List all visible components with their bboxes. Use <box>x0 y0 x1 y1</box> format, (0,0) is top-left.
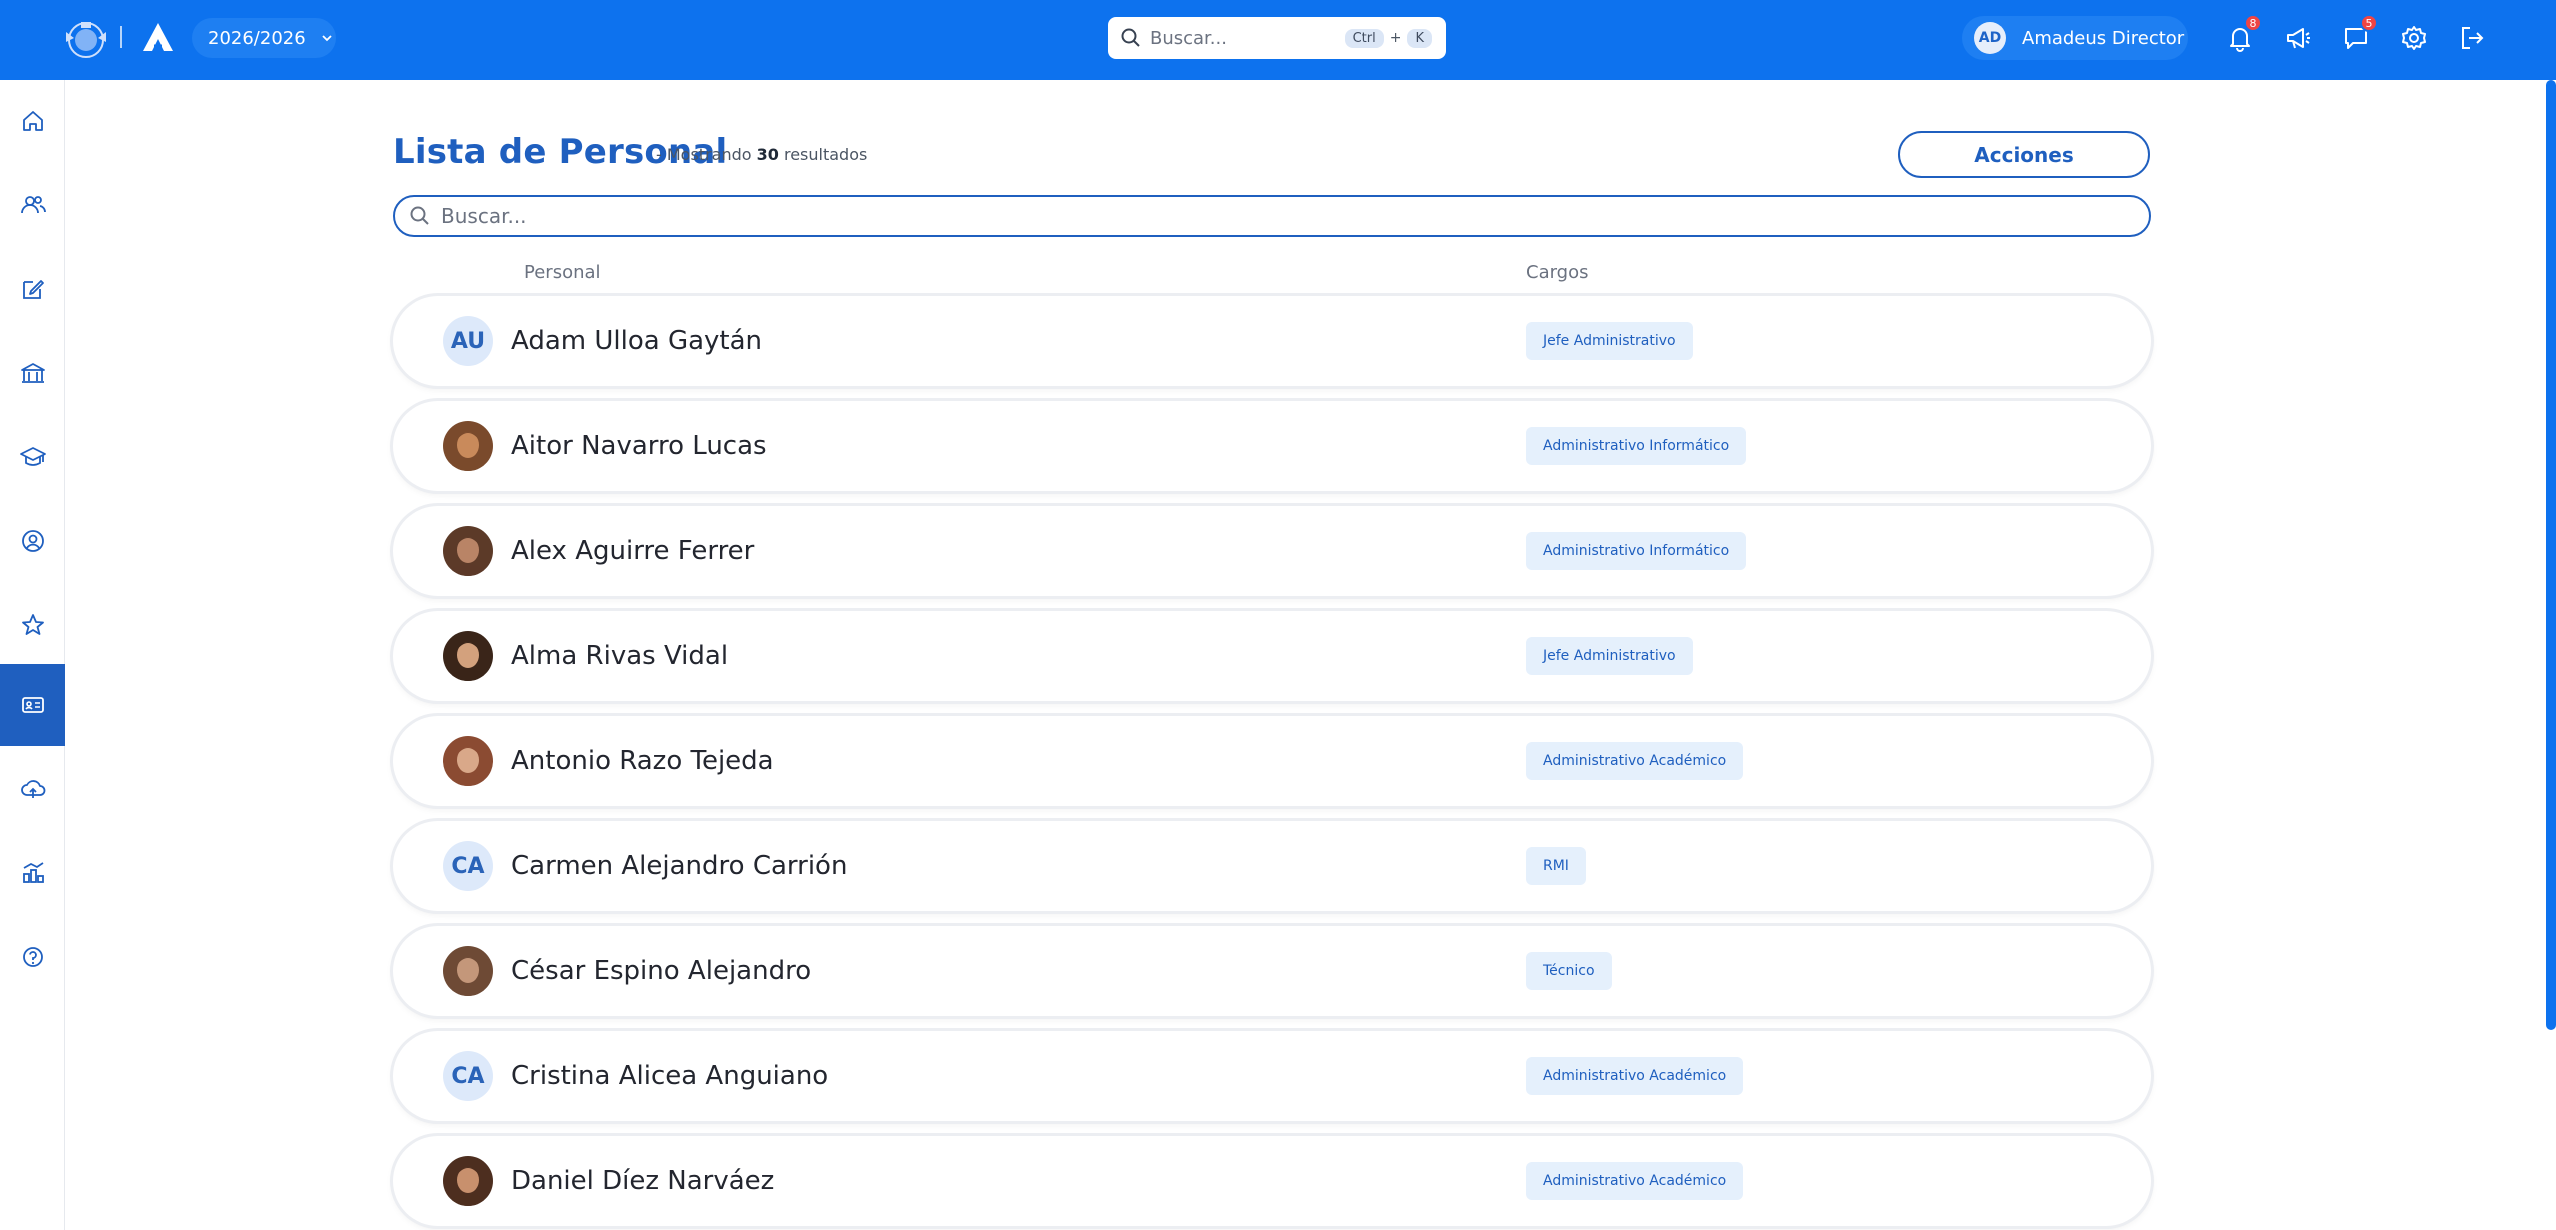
table-row[interactable]: Alma Rivas Vidal Jefe Administrativo <box>393 611 2151 701</box>
cargo-badge: RMI <box>1526 847 1586 885</box>
help-icon <box>22 947 43 967</box>
settings-button[interactable] <box>2396 20 2432 56</box>
cargo-badge: Administrativo Informático <box>1526 427 1747 465</box>
notifications-badge: 8 <box>2244 14 2262 32</box>
table-row[interactable]: Daniel Díez Narváez Administrativo Académ… <box>393 1136 2151 1226</box>
avatar: CA <box>443 1051 493 1101</box>
sidebar-item-stats[interactable] <box>0 832 65 914</box>
logo-divider <box>120 26 122 48</box>
messages-badge: 5 <box>2360 14 2378 32</box>
staff-name[interactable]: Carmen Alejandro Carrión <box>511 851 847 881</box>
announcements-button[interactable] <box>2280 20 2316 56</box>
search-icon <box>1121 28 1140 47</box>
app-logo[interactable] <box>140 20 176 56</box>
staff-search-placeholder: Buscar... <box>441 204 527 228</box>
avatar <box>443 736 493 786</box>
cloud-upload-icon <box>20 780 45 798</box>
notifications-button[interactable]: 8 <box>2222 14 2262 56</box>
table-row[interactable]: CA Carmen Alejandro Carrión RMI <box>393 821 2151 911</box>
institution-seal-logo[interactable] <box>60 18 112 62</box>
cargo-badge: Jefe Administrativo <box>1526 322 1693 360</box>
column-header-cargos: Cargos <box>1526 262 1589 283</box>
table-row[interactable]: Antonio Razo Tejeda Administrativo Académ… <box>393 716 2151 806</box>
results-count: 30 <box>756 145 779 164</box>
cargo-badge: Administrativo Académico <box>1526 1162 1744 1200</box>
sidebar-item-home[interactable] <box>0 80 65 162</box>
logout-button[interactable] <box>2454 20 2490 56</box>
sidebar <box>0 80 65 1230</box>
shortcut-key-k: K <box>1407 28 1432 48</box>
shortcut-plus: + <box>1389 30 1402 46</box>
graduation-cap-icon <box>19 447 46 466</box>
keyboard-shortcut: Ctrl + K <box>1344 28 1432 48</box>
avatar <box>443 526 493 576</box>
table-row[interactable]: César Espino Alejandro Técnico <box>393 926 2151 1016</box>
sidebar-item-edit[interactable] <box>0 248 65 330</box>
user-menu[interactable]: AD Amadeus Director <box>1962 16 2188 60</box>
table-row[interactable]: CA Cristina Alicea Anguiano Administrativo… <box>393 1031 2151 1121</box>
results-suffix: resultados <box>778 145 868 164</box>
table-row[interactable]: Alex Aguirre Ferrer Administrativo Inform… <box>393 506 2151 596</box>
avatar <box>443 1156 493 1206</box>
avatar: AU <box>443 316 493 366</box>
staff-name[interactable]: César Espino Alejandro <box>511 956 811 986</box>
sidebar-item-help[interactable] <box>0 916 65 998</box>
cargo-badge: Administrativo Académico <box>1526 742 1744 780</box>
star-icon <box>21 614 44 635</box>
user-circle-icon <box>21 530 44 552</box>
results-prefix: - Mostrando <box>656 145 757 164</box>
users-icon <box>20 196 46 214</box>
search-icon <box>410 206 429 225</box>
top-bar: 2026/2026 Buscar... Ctrl + K AD Amadeus … <box>0 0 2556 80</box>
logout-icon <box>2462 27 2484 49</box>
staff-name[interactable]: Alma Rivas Vidal <box>511 641 728 671</box>
edit-icon <box>22 280 44 299</box>
gear-icon <box>2402 26 2426 50</box>
id-card-icon <box>21 697 44 713</box>
staff-name[interactable]: Antonio Razo Tejeda <box>511 746 774 776</box>
staff-name[interactable]: Adam Ulloa Gaytán <box>511 326 762 356</box>
user-avatar: AD <box>1974 22 2006 54</box>
column-header-personal: Personal <box>524 262 601 283</box>
scrollbar[interactable] <box>2546 80 2556 1030</box>
cargo-badge: Administrativo Académico <box>1526 1057 1744 1095</box>
avatar <box>443 946 493 996</box>
staff-name[interactable]: Alex Aguirre Ferrer <box>511 536 754 566</box>
sidebar-item-students[interactable] <box>0 416 65 498</box>
cargo-badge: Técnico <box>1526 952 1612 990</box>
sidebar-item-profile[interactable] <box>0 500 65 582</box>
table-row[interactable]: AU Adam Ulloa Gaytán Jefe Administrativo <box>393 296 2151 386</box>
megaphone-icon <box>2287 28 2310 49</box>
chart-icon <box>22 862 44 883</box>
cargo-badge: Administrativo Informático <box>1526 532 1747 570</box>
avatar <box>443 421 493 471</box>
results-summary: - Mostrando 30 resultados <box>656 145 867 164</box>
cargo-badge: Jefe Administrativo <box>1526 637 1693 675</box>
sidebar-item-upload[interactable] <box>0 748 65 830</box>
staff-name[interactable]: Cristina Alicea Anguiano <box>511 1061 828 1091</box>
staff-search-input[interactable]: Buscar... <box>393 195 2151 237</box>
sidebar-item-users[interactable] <box>0 164 65 246</box>
chevron-down-icon <box>322 35 332 42</box>
sidebar-item-favorites[interactable] <box>0 584 65 666</box>
table-row[interactable]: Aitor Navarro Lucas Administrativo Inform… <box>393 401 2151 491</box>
user-name: Amadeus Director <box>2022 27 2185 49</box>
school-year-value: 2026/2026 <box>208 27 306 49</box>
sidebar-item-staff[interactable] <box>0 664 65 746</box>
actions-button[interactable]: Acciones <box>1898 131 2150 178</box>
shortcut-key-ctrl: Ctrl <box>1344 28 1384 48</box>
sidebar-item-school[interactable] <box>0 332 65 414</box>
global-search-input[interactable]: Buscar... Ctrl + K <box>1108 17 1446 59</box>
staff-name[interactable]: Aitor Navarro Lucas <box>511 431 767 461</box>
avatar: CA <box>443 841 493 891</box>
avatar <box>443 631 493 681</box>
staff-name[interactable]: Daniel Díez Narváez <box>511 1166 774 1196</box>
school-year-select[interactable]: 2026/2026 <box>192 18 336 58</box>
messages-button[interactable]: 5 <box>2338 14 2378 56</box>
home-icon <box>22 111 43 131</box>
school-icon <box>20 363 45 383</box>
global-search-placeholder: Buscar... <box>1150 27 1227 49</box>
